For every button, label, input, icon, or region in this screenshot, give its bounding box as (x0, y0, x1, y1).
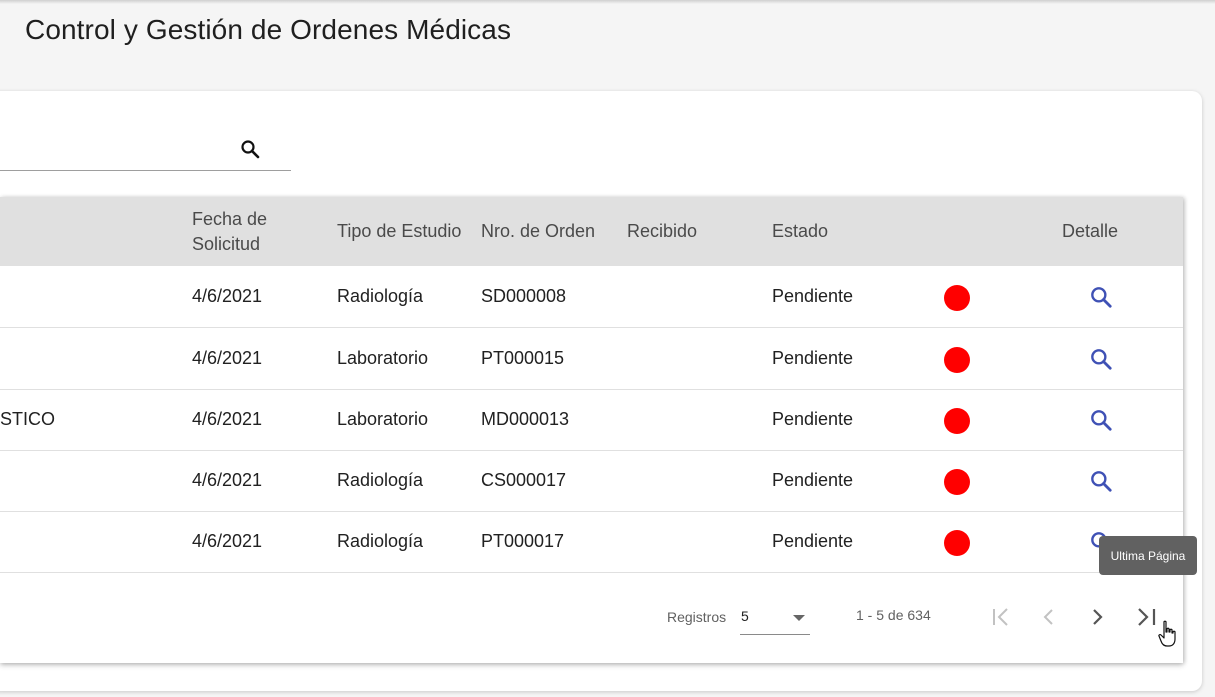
last-page-tooltip: Ultima Página (1099, 536, 1197, 575)
status-dot (944, 347, 970, 373)
orders-table: Fecha de Solicitud Tipo de Estudio Nro. … (0, 197, 1183, 663)
cell-estado: Pendiente (772, 409, 854, 429)
cell-nro: PT000015 (481, 348, 565, 368)
header-recibido[interactable]: Recibido (627, 197, 697, 266)
table-row: 4/6/2021 Laboratorio PT000015 Pendiente (0, 328, 1183, 390)
detail-search-icon[interactable] (1088, 284, 1114, 310)
topbar-shadow (0, 0, 1215, 4)
status-dot (944, 530, 970, 556)
detail-search-icon[interactable] (1088, 346, 1114, 372)
header-nro-orden[interactable]: Nro. de Orden (481, 197, 595, 266)
cell-nro: SD000008 (481, 286, 567, 306)
cell-col0: STICO (0, 409, 56, 429)
hand-cursor-icon (1158, 620, 1178, 648)
table-row: 4/6/2021 Radiología CS000017 Pendiente (0, 450, 1183, 512)
search-field[interactable] (0, 130, 291, 171)
cell-fecha: 4/6/2021 (192, 409, 263, 429)
cell-estado: Pendiente (772, 348, 854, 368)
search-icon[interactable] (238, 137, 262, 161)
page-range: 1 - 5 de 634 (856, 607, 931, 623)
cell-estado: Pendiente (772, 286, 854, 306)
page-size-select[interactable]: 5 (740, 602, 810, 635)
chevron-left-icon[interactable] (1033, 602, 1063, 632)
cell-estado: Pendiente (772, 470, 854, 490)
table-header: Fecha de Solicitud Tipo de Estudio Nro. … (0, 197, 1183, 266)
cell-fecha: 4/6/2021 (192, 348, 263, 368)
header-detalle: Detalle (1062, 221, 1119, 241)
cell-nro: PT000017 (481, 531, 565, 551)
table-row: STICO 4/6/2021 Laboratorio MD000013 Pend… (0, 389, 1183, 451)
status-dot (944, 408, 970, 434)
dropdown-caret-icon (793, 615, 805, 621)
detail-search-icon[interactable] (1088, 407, 1114, 433)
cell-fecha: 4/6/2021 (192, 286, 263, 306)
table-row: 4/6/2021 Radiología PT000017 Pendiente (0, 511, 1183, 573)
cell-fecha: 4/6/2021 (192, 531, 263, 551)
cell-tipo: Radiología (337, 531, 424, 551)
page-size-label: Registros (667, 609, 727, 625)
header-tipo-estudio[interactable]: Tipo de Estudio (337, 197, 461, 266)
page-size-value: 5 (741, 608, 749, 624)
header-fecha-solicitud[interactable]: Fecha de Solicitud (192, 197, 322, 266)
cell-tipo: Laboratorio (337, 409, 429, 429)
chevron-right-icon[interactable] (1083, 602, 1113, 632)
header-estado[interactable]: Estado (772, 197, 828, 266)
cell-tipo: Laboratorio (337, 348, 429, 368)
cell-fecha: 4/6/2021 (192, 470, 263, 490)
search-input[interactable] (0, 130, 234, 170)
status-dot (944, 469, 970, 495)
paginator: Registros 5 1 - 5 de 634 (0, 592, 1183, 652)
first-page-icon[interactable] (985, 602, 1015, 632)
detail-search-icon[interactable] (1088, 468, 1114, 494)
cell-nro: MD000013 (481, 409, 570, 429)
cell-nro: CS000017 (481, 470, 567, 490)
cell-tipo: Radiología (337, 286, 424, 306)
page-title: Control y Gestión de Ordenes Médicas (25, 14, 512, 45)
table-row: 4/6/2021 Radiología SD000008 Pendiente (0, 266, 1183, 328)
cell-estado: Pendiente (772, 531, 854, 551)
cell-tipo: Radiología (337, 470, 424, 490)
status-dot (944, 285, 970, 311)
